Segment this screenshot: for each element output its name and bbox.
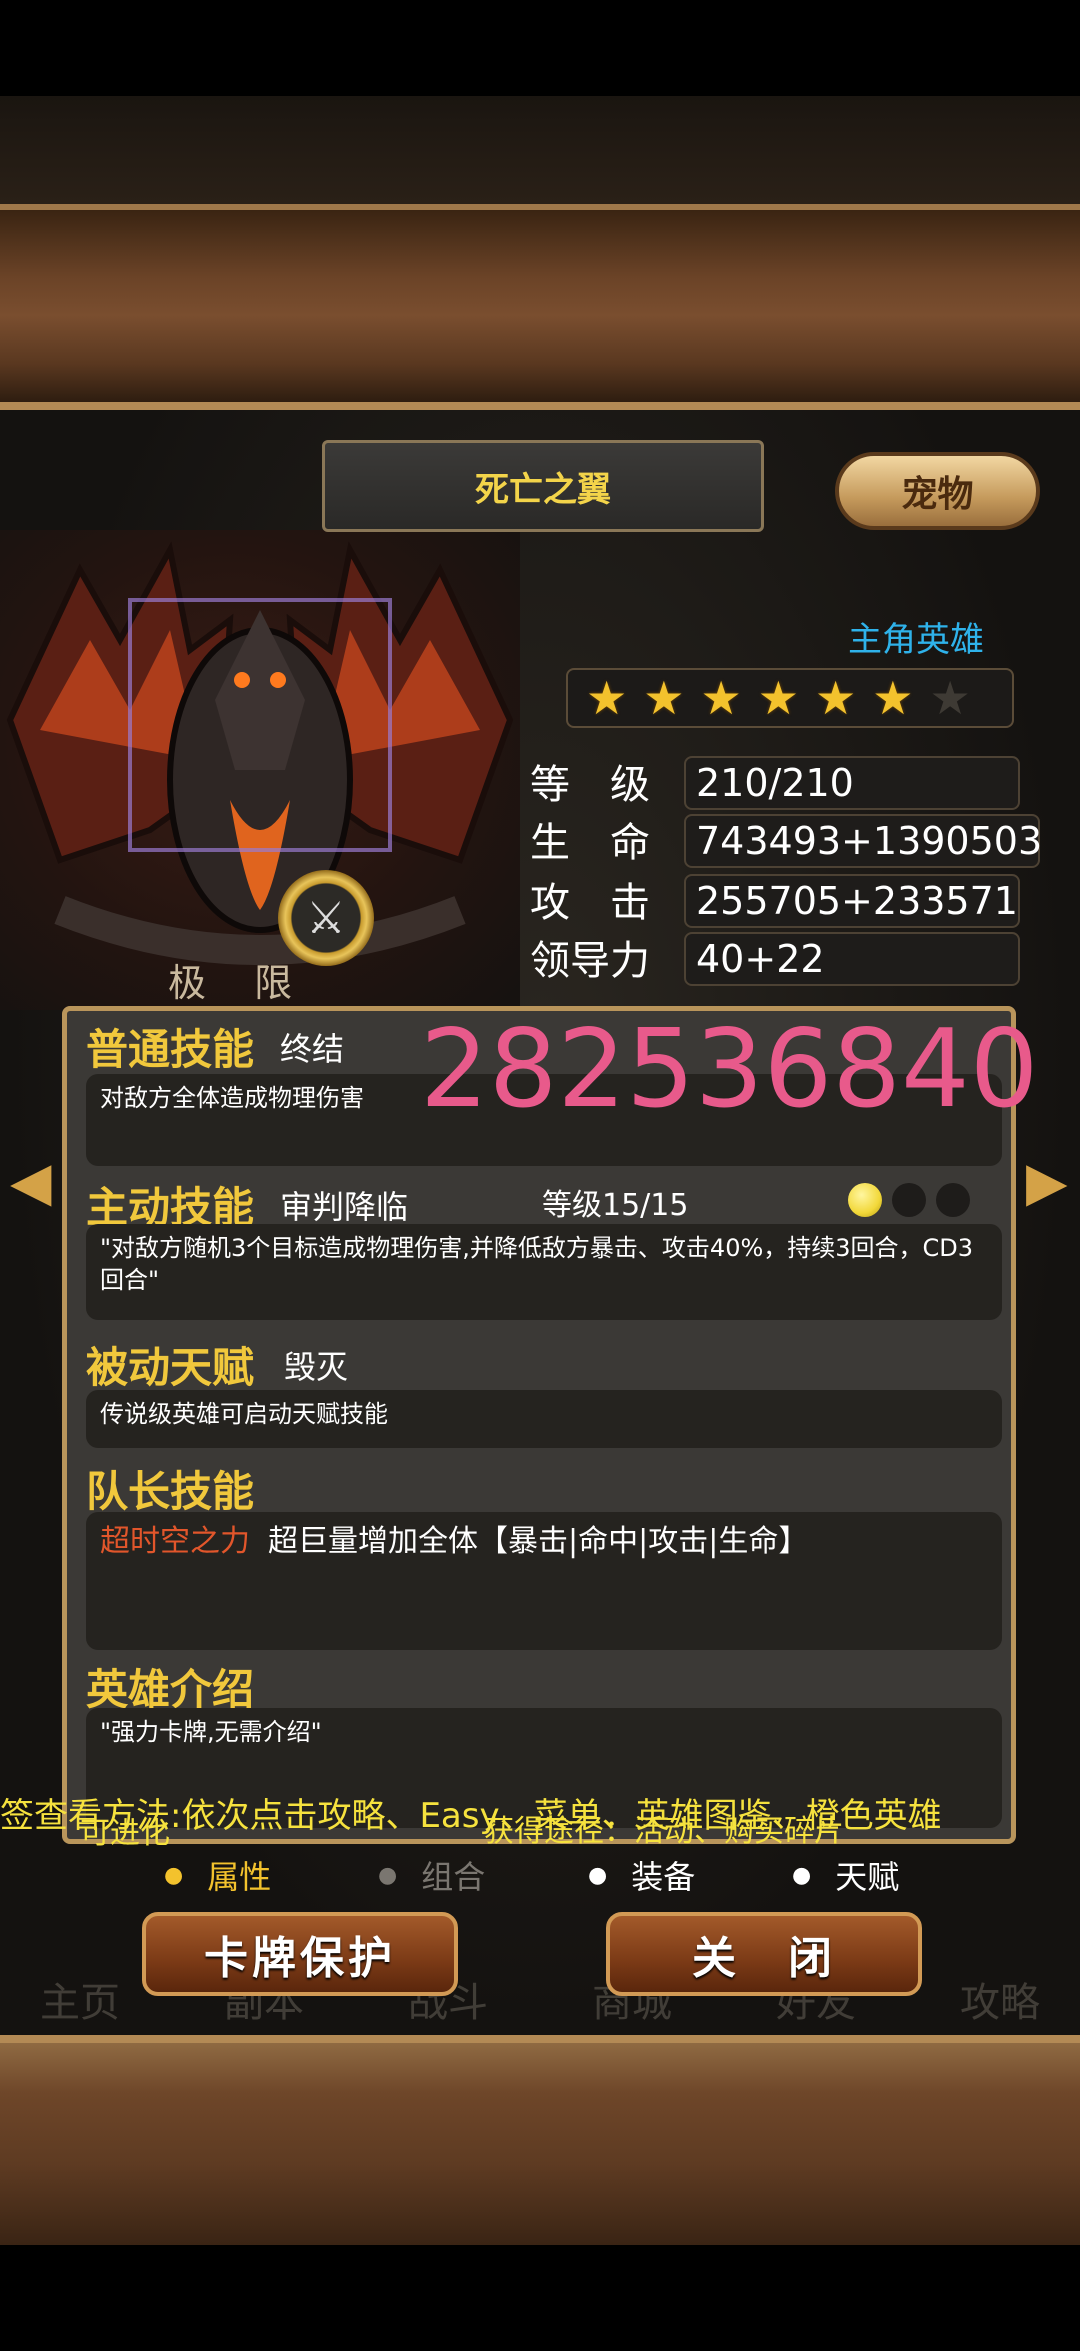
tab-label: 天赋	[835, 1858, 900, 1896]
tab-bullet-icon: ●	[378, 1862, 398, 1888]
level-dot-filled	[848, 1183, 882, 1217]
tab-bullet-icon: ●	[792, 1862, 812, 1888]
leadership-label: 领导力	[530, 938, 650, 984]
tab-label: 属性	[207, 1858, 272, 1896]
star-rating: ★ ★ ★ ★ ★ ★ ★	[566, 668, 1014, 728]
evolvable-label: 可进化	[80, 1816, 170, 1851]
star-icon: ★	[872, 671, 914, 725]
tab-attributes[interactable]: ● 属性	[164, 1852, 271, 1898]
captain-skill-name: 超时空之力	[100, 1524, 250, 1559]
tab-label: 组合	[421, 1858, 486, 1896]
star-icon: ★	[815, 671, 857, 725]
active-skill-level: 等级15/15	[542, 1188, 689, 1223]
normal-skill-desc-text: 对敌方全体造成物理伤害	[100, 1084, 364, 1112]
bg-nav-item: 主页	[40, 1980, 120, 2026]
active-skill-desc: "对敌方随机3个目标造成物理伤害,并降低敌方暴击、攻击40%，持续3回合，CD3…	[86, 1224, 1002, 1320]
skill-level-dots	[848, 1183, 970, 1217]
tab-label: 装备	[631, 1858, 696, 1896]
star-icon: ★	[586, 671, 628, 725]
passive-talent-desc-text: 传说级英雄可启动天赋技能	[100, 1400, 388, 1428]
star-icon: ★	[757, 671, 799, 725]
level-value: 210/210	[684, 756, 1020, 810]
tab-bullet-icon: ●	[588, 1862, 608, 1888]
captain-skill-box: 超时空之力 超巨量增加全体【暴击|命中|攻击|生命】	[86, 1512, 1002, 1650]
level-dot-empty	[936, 1183, 970, 1217]
passive-talent-desc: 传说级英雄可启动天赋技能	[86, 1390, 1002, 1448]
passive-talent-title: 被动天赋	[86, 1343, 255, 1392]
ornate-frame-top	[0, 204, 1080, 410]
top-band	[0, 96, 1080, 204]
leadership-value: 40+22	[684, 932, 1020, 986]
captain-skill-title: 队长技能	[86, 1467, 255, 1516]
tab-combos[interactable]: ● 组合	[378, 1852, 485, 1898]
active-skill-desc-text: "对敌方随机3个目标造成物理伤害,并降低敌方暴击、攻击40%，持续3回合，CD3…	[100, 1234, 974, 1294]
ornate-frame-bottom	[0, 2035, 1080, 2245]
dragon-illustration	[6, 541, 514, 965]
hero-name: 死亡之翼	[322, 440, 764, 532]
overlay-score-number: 282536840	[420, 1007, 1039, 1132]
card-protect-button[interactable]: 卡牌保护	[142, 1912, 458, 1996]
star-icon: ★	[700, 671, 742, 725]
tab-bullet-icon: ●	[164, 1862, 184, 1888]
close-button[interactable]: 关 闭	[606, 1912, 922, 1996]
tab-equipment[interactable]: ● 装备	[588, 1852, 695, 1898]
level-dot-empty	[892, 1183, 926, 1217]
tab-talents[interactable]: ● 天赋	[792, 1852, 899, 1898]
star-empty-icon: ★	[929, 671, 971, 725]
pet-button[interactable]: 宠物	[835, 452, 1040, 530]
hp-label: 生 命	[530, 820, 650, 866]
hp-value: 743493+1390503	[684, 814, 1042, 868]
active-skill-name: 审判降临	[280, 1188, 409, 1226]
top-status-bar	[0, 0, 1080, 96]
captain-skill-desc: 超巨量增加全体【暴击|命中|攻击|生命】	[268, 1524, 809, 1559]
normal-skill-title: 普通技能	[86, 1025, 255, 1074]
hero-portrait	[0, 530, 520, 1010]
next-hero-arrow-icon[interactable]: ▶	[1026, 1150, 1068, 1213]
atk-label: 攻 击	[530, 880, 650, 926]
normal-skill-name: 终结	[280, 1030, 345, 1068]
star-icon: ★	[643, 671, 685, 725]
bottom-bar	[0, 2245, 1080, 2351]
bg-nav-item: 攻略	[960, 1980, 1040, 2026]
atk-value: 255705+233571	[684, 874, 1020, 928]
level-label: 等 级	[530, 762, 650, 808]
obtain-method-label: 获得途径：活动、购买碎片	[484, 1814, 844, 1849]
passive-talent-name: 毁灭	[284, 1348, 349, 1386]
hero-role-label: 主角英雄	[848, 620, 984, 660]
prev-hero-arrow-icon[interactable]: ◀	[10, 1150, 52, 1213]
hero-intro-desc-text: "强力卡牌,无需介绍"	[100, 1718, 322, 1746]
limit-label: 极 限	[168, 961, 311, 1005]
